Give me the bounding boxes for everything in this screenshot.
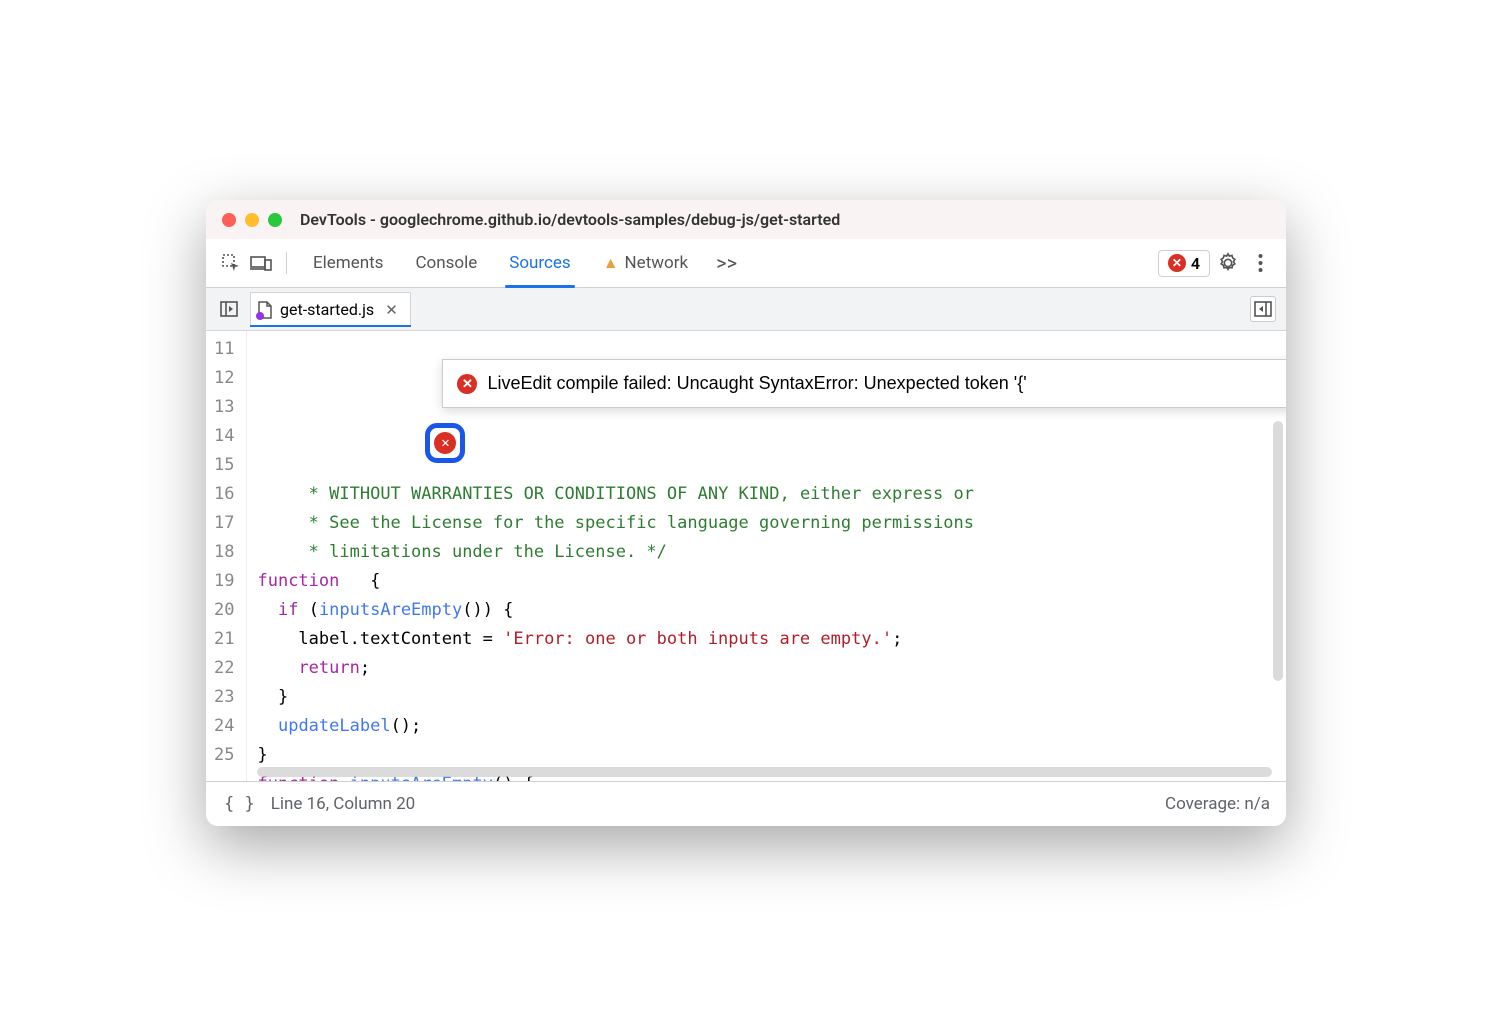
tab-network-label: Network	[625, 253, 689, 273]
error-count-badge[interactable]: ✕ 4	[1158, 250, 1210, 277]
warning-icon: ▲	[603, 253, 619, 273]
inspect-element-icon[interactable]	[218, 250, 244, 276]
error-icon: ✕	[457, 374, 477, 394]
minimize-window-button[interactable]	[245, 213, 259, 227]
vertical-scrollbar[interactable]	[1273, 421, 1283, 681]
coverage-status: Coverage: n/a	[1165, 794, 1270, 814]
show-debugger-icon[interactable]	[1250, 296, 1276, 322]
code-line[interactable]: if (inputsAreEmpty()) {	[257, 596, 1276, 625]
error-tooltip: ✕ LiveEdit compile failed: Uncaught Synt…	[442, 359, 1286, 408]
more-tabs-button[interactable]: >>	[706, 245, 747, 281]
line-number[interactable]: 15	[214, 451, 234, 480]
line-number-gutter[interactable]: 111213141516171819202122232425	[206, 331, 247, 781]
inline-error-marker[interactable]: ✕	[425, 423, 465, 463]
code-line[interactable]: }	[257, 683, 1276, 712]
main-toolbar: Elements Console Sources ▲ Network >> ✕ …	[206, 239, 1286, 288]
traffic-lights	[222, 213, 282, 227]
code-content[interactable]: * WITHOUT WARRANTIES OR CONDITIONS OF AN…	[247, 331, 1286, 781]
code-line[interactable]: label.textContent = 'Error: one or both …	[257, 625, 1276, 654]
line-number[interactable]: 24	[214, 712, 234, 741]
window-title: DevTools - googlechrome.github.io/devtoo…	[300, 210, 840, 229]
devtools-window: DevTools - googlechrome.github.io/devtoo…	[206, 200, 1286, 826]
tooltip-message: LiveEdit compile failed: Uncaught Syntax…	[487, 369, 1026, 398]
line-number[interactable]: 19	[214, 567, 234, 596]
file-icon	[257, 301, 273, 319]
line-number[interactable]: 12	[214, 364, 234, 393]
line-number[interactable]: 14	[214, 422, 234, 451]
file-tab-name: get-started.js	[280, 300, 374, 319]
code-line[interactable]: function {	[257, 567, 1276, 596]
cursor-position: Line 16, Column 20	[271, 794, 415, 814]
pretty-print-icon[interactable]: { }	[222, 792, 257, 816]
code-line[interactable]: updateLabel();	[257, 712, 1276, 741]
code-line[interactable]: * limitations under the License. */	[257, 538, 1276, 567]
zoom-window-button[interactable]	[268, 213, 282, 227]
code-line[interactable]: }	[257, 741, 1276, 770]
line-number[interactable]: 20	[214, 596, 234, 625]
line-number[interactable]: 18	[214, 538, 234, 567]
line-number[interactable]: 22	[214, 654, 234, 683]
line-number[interactable]: 25	[214, 741, 234, 770]
line-number[interactable]: 16	[214, 480, 234, 509]
tab-console[interactable]: Console	[401, 245, 491, 281]
device-toolbar-icon[interactable]	[248, 250, 274, 276]
titlebar: DevTools - googlechrome.github.io/devtoo…	[206, 200, 1286, 239]
divider	[286, 252, 287, 274]
error-icon: ✕	[1168, 254, 1186, 272]
line-number[interactable]: 23	[214, 683, 234, 712]
tab-sources[interactable]: Sources	[495, 245, 584, 281]
settings-icon[interactable]	[1214, 249, 1242, 277]
line-number[interactable]: 13	[214, 393, 234, 422]
kebab-menu-icon[interactable]	[1246, 249, 1274, 277]
file-tab[interactable]: get-started.js ✕	[250, 292, 411, 326]
code-editor[interactable]: 111213141516171819202122232425 * WITHOUT…	[206, 331, 1286, 781]
tab-network[interactable]: ▲ Network	[589, 245, 702, 281]
code-line[interactable]: * See the License for the specific langu…	[257, 509, 1276, 538]
tab-elements[interactable]: Elements	[299, 245, 397, 281]
code-line[interactable]: * WITHOUT WARRANTIES OR CONDITIONS OF AN…	[257, 480, 1276, 509]
modified-indicator-icon	[256, 312, 264, 320]
close-window-button[interactable]	[222, 213, 236, 227]
close-tab-icon[interactable]: ✕	[385, 301, 398, 319]
line-number[interactable]: 17	[214, 509, 234, 538]
line-number[interactable]: 11	[214, 335, 234, 364]
show-navigator-icon[interactable]	[216, 296, 242, 322]
statusbar: { } Line 16, Column 20 Coverage: n/a	[206, 781, 1286, 826]
sources-subtoolbar: get-started.js ✕	[206, 288, 1286, 331]
horizontal-scrollbar[interactable]	[257, 767, 1272, 777]
code-line[interactable]: return;	[257, 654, 1276, 683]
line-number[interactable]: 21	[214, 625, 234, 654]
error-count: 4	[1191, 254, 1200, 273]
error-icon: ✕	[434, 432, 456, 454]
